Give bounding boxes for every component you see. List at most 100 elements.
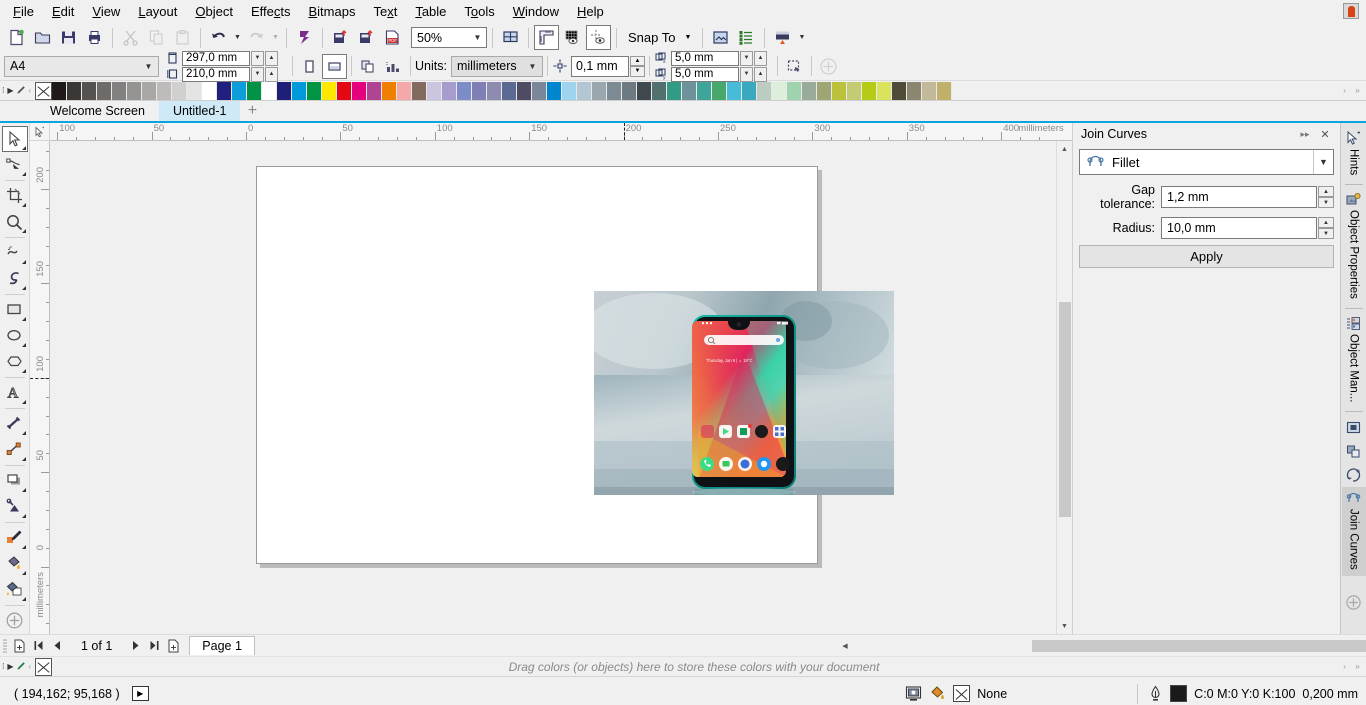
show-guides-button[interactable] bbox=[586, 25, 611, 50]
transform-icon[interactable] bbox=[1342, 463, 1366, 487]
menu-item-file[interactable]: File bbox=[4, 1, 43, 22]
palette-swatch[interactable] bbox=[232, 81, 247, 100]
spin-down-icon[interactable]: ▼ bbox=[739, 66, 753, 82]
fill-color-swatch[interactable] bbox=[953, 685, 971, 702]
first-page-button[interactable] bbox=[29, 636, 48, 656]
rectangle-tool[interactable] bbox=[2, 297, 28, 323]
palette-swatch[interactable] bbox=[397, 81, 412, 100]
flyout-arrow-icon[interactable] bbox=[21, 544, 26, 549]
palette-swatch[interactable] bbox=[112, 81, 127, 100]
page-height-field[interactable]: 210,0 mm bbox=[182, 66, 250, 82]
palette-swatch[interactable] bbox=[292, 81, 307, 100]
undo-button[interactable] bbox=[206, 25, 231, 50]
palette-swatch[interactable] bbox=[517, 81, 532, 100]
eyedropper-icon[interactable] bbox=[15, 658, 26, 676]
docker-tab-object-manager[interactable]: Object Man... bbox=[1342, 312, 1366, 408]
quick-customize-plus-icon[interactable] bbox=[1342, 590, 1366, 614]
menu-item-edit[interactable]: Edit bbox=[43, 1, 83, 22]
last-page-button[interactable] bbox=[145, 636, 164, 656]
spin-up-icon[interactable]: ▲ bbox=[1318, 217, 1334, 228]
palette-swatch[interactable] bbox=[52, 81, 67, 100]
scroll-up-icon[interactable]: ▲ bbox=[1057, 141, 1073, 157]
workspace-button[interactable] bbox=[734, 25, 759, 50]
palette-swatch[interactable] bbox=[202, 81, 217, 100]
cut-button[interactable] bbox=[118, 25, 143, 50]
palette-swatch[interactable] bbox=[97, 81, 112, 100]
palette-swatch[interactable] bbox=[472, 81, 487, 100]
palette-swatch[interactable] bbox=[487, 81, 502, 100]
duplicate-x-field[interactable]: 5,0 mm bbox=[670, 50, 739, 66]
palette-scroll-left-icon[interactable]: ‹ bbox=[27, 82, 33, 100]
vertical-scroll-track[interactable] bbox=[1057, 157, 1073, 618]
eyedropper-icon[interactable] bbox=[15, 82, 26, 100]
spin-down-icon[interactable]: ▼ bbox=[739, 50, 753, 66]
open-button[interactable] bbox=[30, 25, 55, 50]
frame-icon[interactable] bbox=[1342, 415, 1366, 439]
zoom-tool[interactable] bbox=[2, 209, 28, 235]
palette-swatch[interactable] bbox=[532, 81, 547, 100]
document-tab-untitled-1[interactable]: Untitled-1 bbox=[158, 101, 241, 121]
add-document-tab-button[interactable]: + bbox=[240, 101, 264, 121]
flyout-arrow-icon[interactable] bbox=[21, 487, 26, 492]
palette-swatch[interactable] bbox=[262, 81, 277, 100]
spin-up-icon[interactable]: ▲ bbox=[265, 66, 278, 82]
palette-swatch[interactable] bbox=[547, 81, 562, 100]
palette-swatch[interactable] bbox=[637, 81, 652, 100]
import-button[interactable] bbox=[328, 25, 353, 50]
palette-swatch[interactable] bbox=[727, 81, 742, 100]
palette-swatch[interactable] bbox=[322, 81, 337, 100]
nudge-spinner[interactable]: ▲ ▼ bbox=[629, 55, 645, 77]
flyout-arrow-icon[interactable] bbox=[21, 146, 26, 151]
menu-item-layout[interactable]: Layout bbox=[129, 1, 186, 22]
menu-item-tools[interactable]: Tools bbox=[455, 1, 503, 22]
application-launcher-dropdown-arrow[interactable]: ▼ bbox=[796, 25, 807, 50]
page-size-combo[interactable]: A4 ▼ bbox=[4, 55, 159, 77]
palette-swatch[interactable] bbox=[307, 81, 322, 100]
spin-down-icon[interactable]: ▼ bbox=[1318, 228, 1334, 239]
treat-as-filled-button[interactable] bbox=[782, 54, 807, 79]
scroll-down-icon[interactable]: ▼ bbox=[1057, 618, 1073, 634]
palette-swatch[interactable] bbox=[712, 81, 727, 100]
fill-icon[interactable] bbox=[929, 685, 946, 702]
flyout-arrow-icon[interactable] bbox=[21, 316, 26, 321]
flyout-arrow-icon[interactable] bbox=[21, 399, 26, 404]
options-plus-button[interactable] bbox=[816, 54, 841, 79]
snapshot-icon[interactable] bbox=[905, 685, 922, 702]
palette-swatch[interactable] bbox=[652, 81, 667, 100]
menu-item-text[interactable]: Text bbox=[364, 1, 406, 22]
palette-swatch[interactable] bbox=[187, 81, 202, 100]
radius-field[interactable]: 10,0 mm bbox=[1161, 217, 1317, 239]
palette-swatch[interactable] bbox=[352, 81, 367, 100]
flyout-arrow-icon[interactable] bbox=[21, 513, 26, 518]
shaping-icon[interactable] bbox=[1342, 439, 1366, 463]
palette-swatch[interactable] bbox=[787, 81, 802, 100]
palette-swatch[interactable] bbox=[337, 81, 352, 100]
all-pages-button[interactable] bbox=[356, 54, 381, 79]
spin-down-icon[interactable]: ▼ bbox=[251, 50, 264, 66]
palette-swatch[interactable] bbox=[67, 81, 82, 100]
text-tool[interactable]: A bbox=[2, 380, 28, 406]
palette-swatch[interactable] bbox=[622, 81, 637, 100]
undo-dropdown-arrow[interactable]: ▼ bbox=[232, 25, 243, 50]
palette-swatch[interactable] bbox=[562, 81, 577, 100]
palette-swatch[interactable] bbox=[802, 81, 817, 100]
docker-tab-hints[interactable]: Hints bbox=[1342, 127, 1366, 181]
color-eyedropper-tool[interactable] bbox=[2, 525, 28, 551]
hscroll-left-icon[interactable]: ◀ bbox=[838, 638, 852, 654]
publish-pdf-button[interactable]: PDF bbox=[380, 25, 405, 50]
menu-item-bitmaps[interactable]: Bitmaps bbox=[299, 1, 364, 22]
palette-swatch[interactable] bbox=[742, 81, 757, 100]
previous-page-button[interactable] bbox=[48, 636, 67, 656]
palette-swatch[interactable] bbox=[127, 81, 142, 100]
menu-item-object[interactable]: Object bbox=[186, 1, 242, 22]
quick-customize-button[interactable] bbox=[2, 608, 28, 634]
palette-swatch[interactable] bbox=[577, 81, 592, 100]
palette-swatch[interactable] bbox=[142, 81, 157, 100]
fullscreen-preview-button[interactable] bbox=[498, 25, 523, 50]
apply-button[interactable]: Apply bbox=[1079, 245, 1334, 268]
join-mode-combo[interactable]: Fillet ▼ bbox=[1079, 149, 1334, 175]
drop-shadow-tool[interactable] bbox=[2, 468, 28, 494]
redo-dropdown-arrow[interactable]: ▼ bbox=[270, 25, 281, 50]
palette-swatch[interactable] bbox=[217, 81, 232, 100]
print-button[interactable] bbox=[82, 25, 107, 50]
